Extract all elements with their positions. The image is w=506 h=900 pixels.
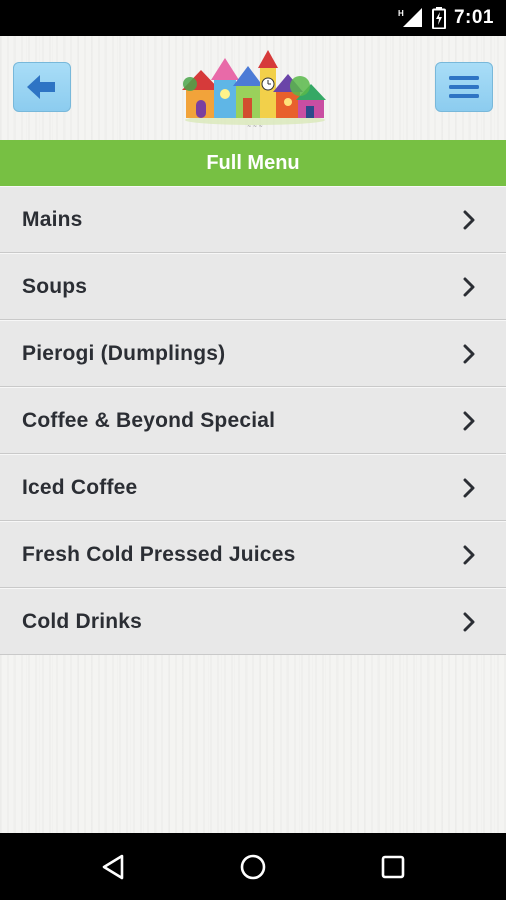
chevron-right-icon xyxy=(463,210,475,229)
village-houses-logo: ~ ~ ~ xyxy=(182,50,326,130)
chevron-right-icon xyxy=(463,411,475,430)
page-title: Full Menu xyxy=(206,151,300,174)
menu-item-cold-drinks[interactable]: Cold Drinks xyxy=(0,588,506,655)
menu-item-mains[interactable]: Mains xyxy=(0,186,506,253)
recents-square-icon xyxy=(381,855,405,879)
menu-item-label: Fresh Cold Pressed Juices xyxy=(22,542,296,566)
system-nav-bar xyxy=(0,833,506,900)
arrow-left-icon xyxy=(27,75,55,99)
page-title-bar: Full Menu xyxy=(0,140,506,186)
system-home-button[interactable] xyxy=(236,850,270,884)
menu-item-label: Coffee & Beyond Special xyxy=(22,408,276,432)
status-bar: H 7:01 xyxy=(0,0,506,36)
menu-item-label: Soups xyxy=(22,274,88,298)
app-header: ~ ~ ~ xyxy=(0,36,506,140)
menu-item-coffee-special[interactable]: Coffee & Beyond Special xyxy=(0,387,506,454)
svg-text:H: H xyxy=(398,9,404,18)
status-icons: H 7:01 xyxy=(398,6,494,30)
svg-text:~ ~ ~: ~ ~ ~ xyxy=(247,124,263,130)
menu-item-label: Cold Drinks xyxy=(22,609,143,633)
menu-item-pierogi[interactable]: Pierogi (Dumplings) xyxy=(0,320,506,387)
app-content: ~ ~ ~ Full Menu Mains Soups Pierogi (Dum… xyxy=(0,36,506,833)
system-back-button[interactable] xyxy=(96,850,130,884)
battery-charging-icon xyxy=(431,7,446,29)
menu-item-soups[interactable]: Soups xyxy=(0,253,506,320)
status-time: 7:01 xyxy=(453,7,494,28)
chevron-right-icon xyxy=(463,545,475,564)
hamburger-icon xyxy=(449,76,479,98)
menu-button[interactable] xyxy=(435,62,493,112)
chevron-right-icon xyxy=(463,277,475,296)
menu-list: Mains Soups Pierogi (Dumplings) Coffee &… xyxy=(0,186,506,655)
chevron-right-icon xyxy=(463,344,475,363)
signal-icon: H xyxy=(398,8,422,27)
chevron-right-icon xyxy=(463,478,475,497)
menu-item-juices[interactable]: Fresh Cold Pressed Juices xyxy=(0,521,506,588)
menu-item-label: Pierogi (Dumplings) xyxy=(22,341,226,365)
menu-item-label: Iced Coffee xyxy=(22,475,138,499)
chevron-right-icon xyxy=(463,612,475,631)
back-triangle-icon xyxy=(102,854,124,880)
menu-item-iced-coffee[interactable]: Iced Coffee xyxy=(0,454,506,521)
back-button[interactable] xyxy=(13,62,71,112)
menu-item-label: Mains xyxy=(22,207,83,231)
system-recents-button[interactable] xyxy=(376,850,410,884)
home-circle-icon xyxy=(240,854,266,880)
